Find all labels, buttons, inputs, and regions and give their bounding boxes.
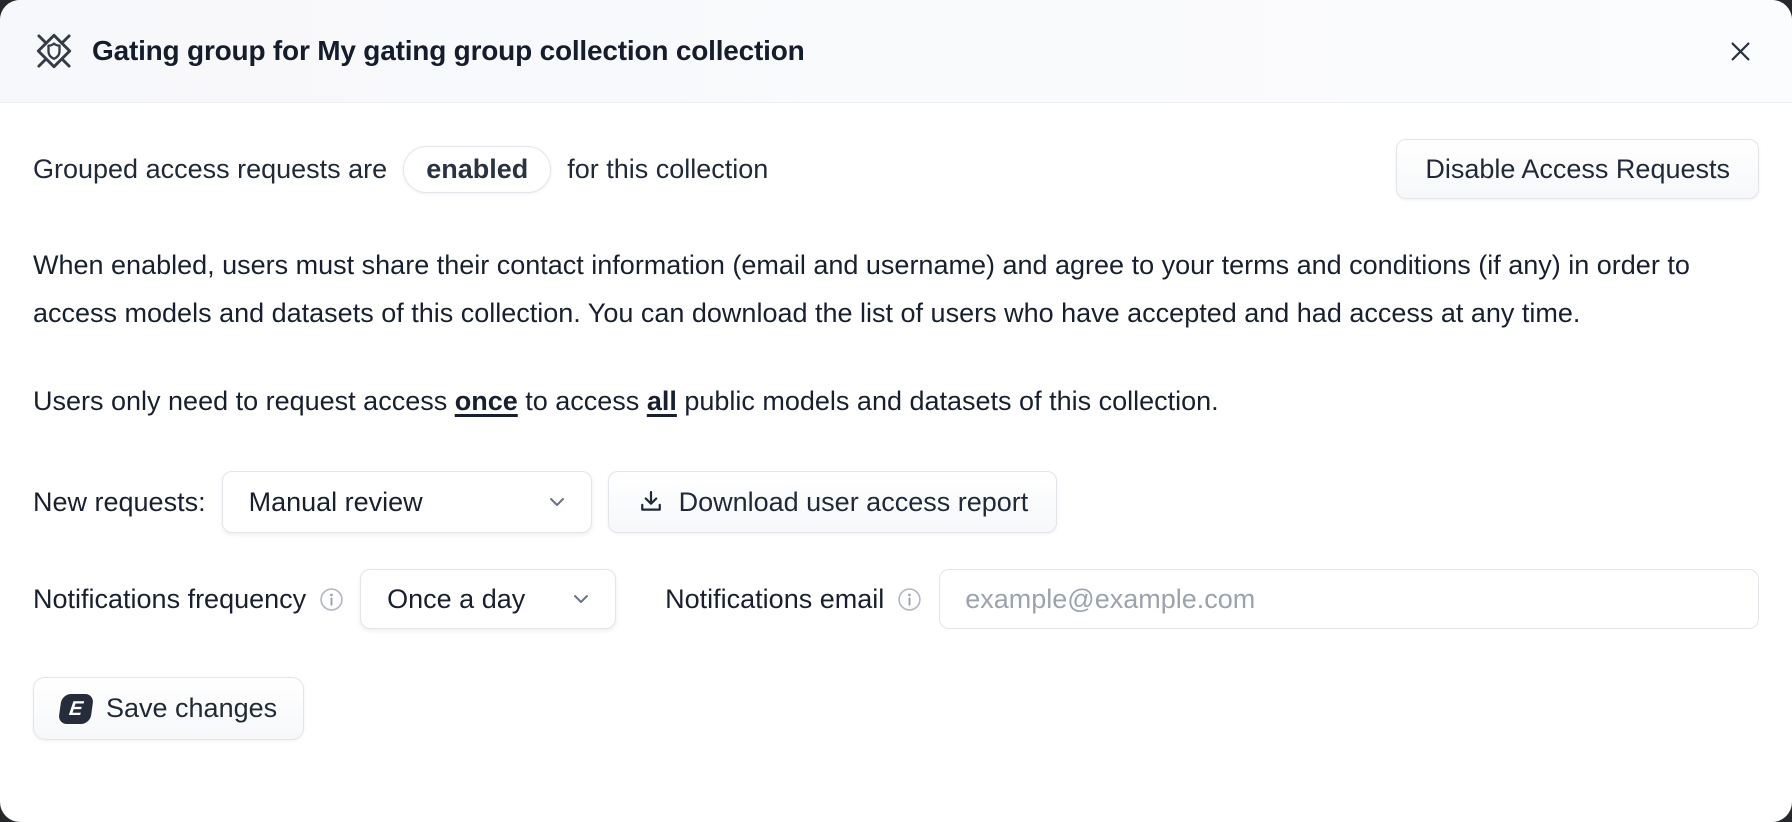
gating-group-modal: Gating group for My gating group collect… [0,0,1792,822]
download-button-label: Download user access report [679,487,1029,518]
modal-title: Gating group for My gating group collect… [92,35,805,67]
notifications-email-input[interactable] [939,569,1759,629]
notifications-row: Notifications frequency Once a day Notif… [33,569,1759,629]
status-row: Grouped access requests are enabled for … [33,139,1759,199]
scope-text-suffix: public models and datasets of this colle… [677,386,1219,416]
scope-once-emphasis: once [455,386,518,416]
notifications-email-label: Notifications email [665,584,884,615]
modal-header: Gating group for My gating group collect… [0,0,1792,103]
download-access-report-button[interactable]: Download user access report [608,471,1058,533]
status-suffix: for this collection [567,154,768,185]
info-icon [897,587,922,612]
description-paragraph: When enabled, users must share their con… [33,241,1759,337]
new-requests-label: New requests: [33,487,206,518]
enterprise-icon: E [58,694,94,724]
disable-access-requests-button[interactable]: Disable Access Requests [1396,139,1759,199]
scope-all-emphasis: all [647,386,677,416]
frequency-value: Once a day [387,584,525,615]
download-icon [637,488,665,516]
scope-text-mid: to access [518,386,647,416]
gated-group-icon [32,29,76,73]
notifications-frequency-select[interactable]: Once a day [360,569,616,629]
close-icon [1727,38,1754,65]
chevron-down-icon [569,587,593,611]
review-mode-select[interactable]: Manual review [222,471,592,533]
status-text: Grouped access requests are enabled for … [33,146,768,193]
enabled-badge: enabled [403,146,551,193]
save-changes-button[interactable]: E Save changes [33,677,304,740]
close-button[interactable] [1718,29,1762,73]
status-prefix: Grouped access requests are [33,154,387,185]
info-icon [319,587,344,612]
access-scope-paragraph: Users only need to request access once t… [33,377,1759,425]
review-mode-value: Manual review [249,487,423,518]
footer-row: E Save changes [33,677,1759,740]
modal-content: Grouped access requests are enabled for … [0,139,1792,740]
scope-text-prefix: Users only need to request access [33,386,455,416]
save-button-label: Save changes [106,693,277,724]
new-requests-row: New requests: Manual review Dow [33,471,1759,533]
chevron-down-icon [545,490,569,514]
notifications-frequency-label: Notifications frequency [33,584,306,615]
